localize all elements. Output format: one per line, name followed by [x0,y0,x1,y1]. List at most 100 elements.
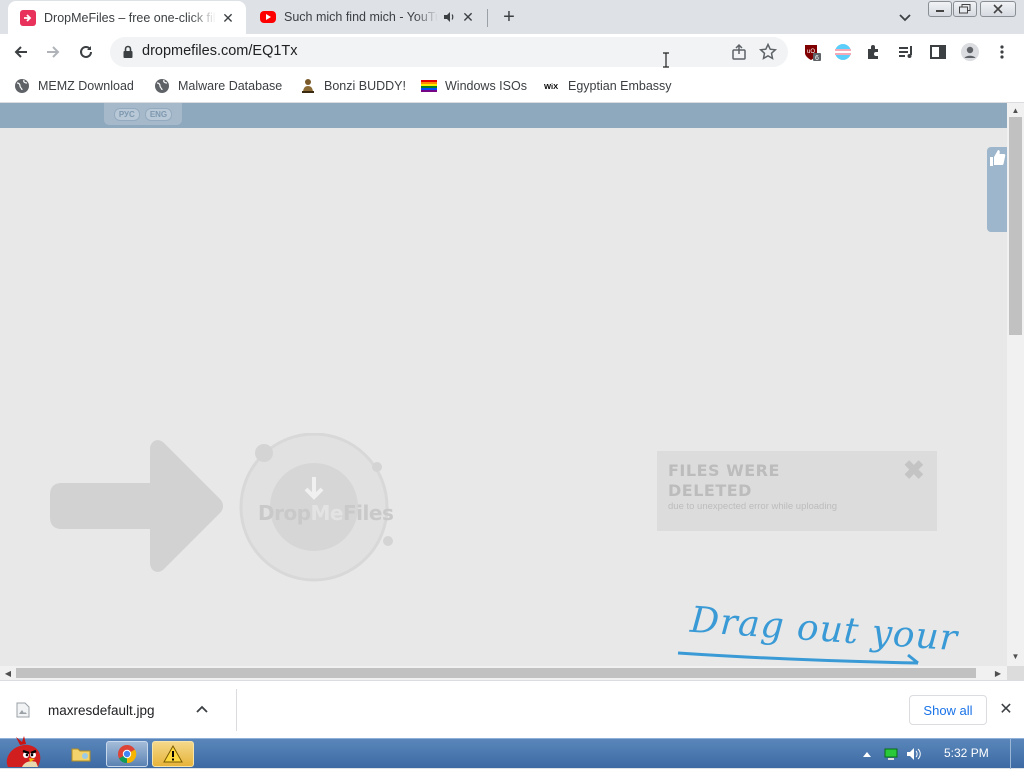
notice-title-line2: DELETED [668,481,752,500]
download-file-name: maxresdefault.jpg [48,702,155,718]
tab-search-icon[interactable] [896,8,914,26]
network-icon[interactable] [882,745,900,763]
show-all-button[interactable]: Show all [909,695,987,725]
show-desktop-button[interactable] [1010,739,1024,769]
reload-button[interactable] [74,40,98,64]
arrow-right-icon [50,440,223,572]
forward-button[interactable] [41,40,65,64]
download-divider [236,689,237,731]
reload-icon [80,45,92,58]
notice-title: FILES WERE DELETED [668,461,780,501]
drag-underline [677,651,919,665]
download-shelf: maxresdefault.jpg Show all ✕ [0,680,1024,738]
restore-button[interactable] [953,1,977,17]
menu-button[interactable] [990,40,1014,64]
windows-taskbar: 5:32 PM [0,736,1024,769]
vertical-scrollbar[interactable]: ▲ ▼ [1007,103,1024,666]
volume-icon[interactable] [905,745,923,763]
minimize-button[interactable] [928,1,952,17]
bookmark-label: Bonzi BUDDY! [324,79,406,93]
wix-icon: WiX [544,82,558,91]
logo-drop: Drop [258,501,311,525]
close-shelf-icon[interactable]: ✕ [997,701,1015,719]
forward-arrow-icon [47,46,60,58]
files-deleted-notice: FILES WERE DELETED due to unexpected err… [657,451,937,531]
logo-me: Me [310,501,344,525]
bookmarks-bar: MEMZ Download Malware Database Bonzi BUD… [0,70,1024,103]
tab-title: Such mich find mich - YouTube [284,10,438,24]
ublock-icon: uO6 [805,45,821,62]
feedback-tab[interactable] [987,147,1007,232]
scroll-down-icon[interactable]: ▼ [1010,651,1021,662]
share-icon[interactable] [730,43,748,61]
notice-close-icon[interactable]: ✖ [903,457,925,483]
tray-expand-icon[interactable] [858,745,876,763]
back-button[interactable] [9,40,33,64]
tab-dropmefiles[interactable]: DropMeFiles – free one-click file sharin… [8,1,246,35]
bookmark-memz-download[interactable]: MEMZ Download [14,76,134,96]
taskbar-warning-app[interactable] [152,741,194,767]
svg-text:WiX: WiX [544,82,558,91]
chevron-up-icon[interactable] [194,702,210,718]
notice-title-line1: FILES WERE [668,461,780,480]
bookmark-bonzi-buddy[interactable]: Bonzi BUDDY! [300,76,406,96]
notice-subtitle: due to unexpected error while uploading [668,501,838,512]
rainbow-flag-icon [421,80,437,92]
taskbar-clock[interactable]: 5:32 PM [944,746,989,760]
trans-flag-extension[interactable] [831,40,855,64]
browser-toolbar: dropmefiles.com/EQ1Tx uO 6 [0,34,1024,70]
url-text: dropmefiles.com/EQ1Tx [142,43,298,59]
speaker-icon[interactable] [442,10,456,24]
bookmark-malware-database[interactable]: Malware Database [154,76,282,96]
folder-icon [71,748,91,762]
scroll-up-icon[interactable]: ▲ [1010,105,1021,116]
close-tab-icon[interactable]: ✕ [220,10,236,26]
download-item[interactable]: maxresdefault.jpg [14,695,210,725]
dropmefiles-logo: DropMeFiles [258,501,394,525]
scrollbar-corner [1007,666,1024,680]
bookmark-label: Egyptian Embassy [568,79,672,93]
tab-title: DropMeFiles – free one-click file sharin… [44,11,216,25]
lock-icon[interactable] [120,44,136,60]
new-tab-button[interactable]: + [498,7,520,29]
tab-strip: DropMeFiles – free one-click file sharin… [0,0,1024,35]
warning-icon [163,745,183,763]
bookmark-star-icon[interactable] [758,42,778,62]
back-arrow-icon [14,46,27,58]
horizontal-scrollbar[interactable]: ◀ ▶ [0,666,1007,680]
vertical-scroll-thumb[interactable] [1009,117,1022,335]
bookmark-egyptian-embassy[interactable]: WiX Egyptian Embassy [544,76,672,96]
image-file-icon [16,702,30,718]
extensions-button[interactable] [862,40,886,64]
tab-youtube[interactable]: Such mich find mich - YouTube ✕ [248,0,486,34]
youtube-icon [260,11,276,23]
media-control-button[interactable] [894,40,918,64]
lang-ru-button[interactable]: РУС [113,107,140,121]
close-window-button[interactable] [980,1,1016,17]
side-panel-button[interactable] [926,40,950,64]
taskbar-chrome[interactable] [106,741,148,767]
logo-files: Files [343,501,394,525]
ublock-extension[interactable]: uO 6 [800,40,824,64]
start-button-angry-bird-icon[interactable] [2,733,50,769]
address-bar[interactable]: dropmefiles.com/EQ1Tx [110,37,788,67]
puzzle-icon [868,45,878,59]
taskbar-explorer[interactable] [60,741,102,767]
globe-icon [15,79,29,93]
scroll-right-icon[interactable]: ▶ [992,667,1004,679]
close-tab-icon[interactable]: ✕ [460,9,476,25]
profile-icon [961,43,979,61]
globe-icon [155,79,169,93]
bookmark-windows-isos[interactable]: Windows ISOs [421,76,527,96]
side-panel-icon [930,45,946,59]
chrome-icon [118,745,137,764]
bookmark-label: Windows ISOs [445,79,527,93]
menu-icon [1000,45,1004,59]
scroll-left-icon[interactable]: ◀ [2,667,14,679]
profile-button[interactable] [958,40,982,64]
horizontal-scroll-thumb[interactable] [16,668,976,678]
lang-en-button[interactable]: ENG [144,107,173,121]
dropmefiles-icon [20,10,36,26]
text-cursor-icon [663,52,669,68]
page-viewport: РУС ENG DropMeFiles FILES WERE DELETED d… [0,103,1007,666]
